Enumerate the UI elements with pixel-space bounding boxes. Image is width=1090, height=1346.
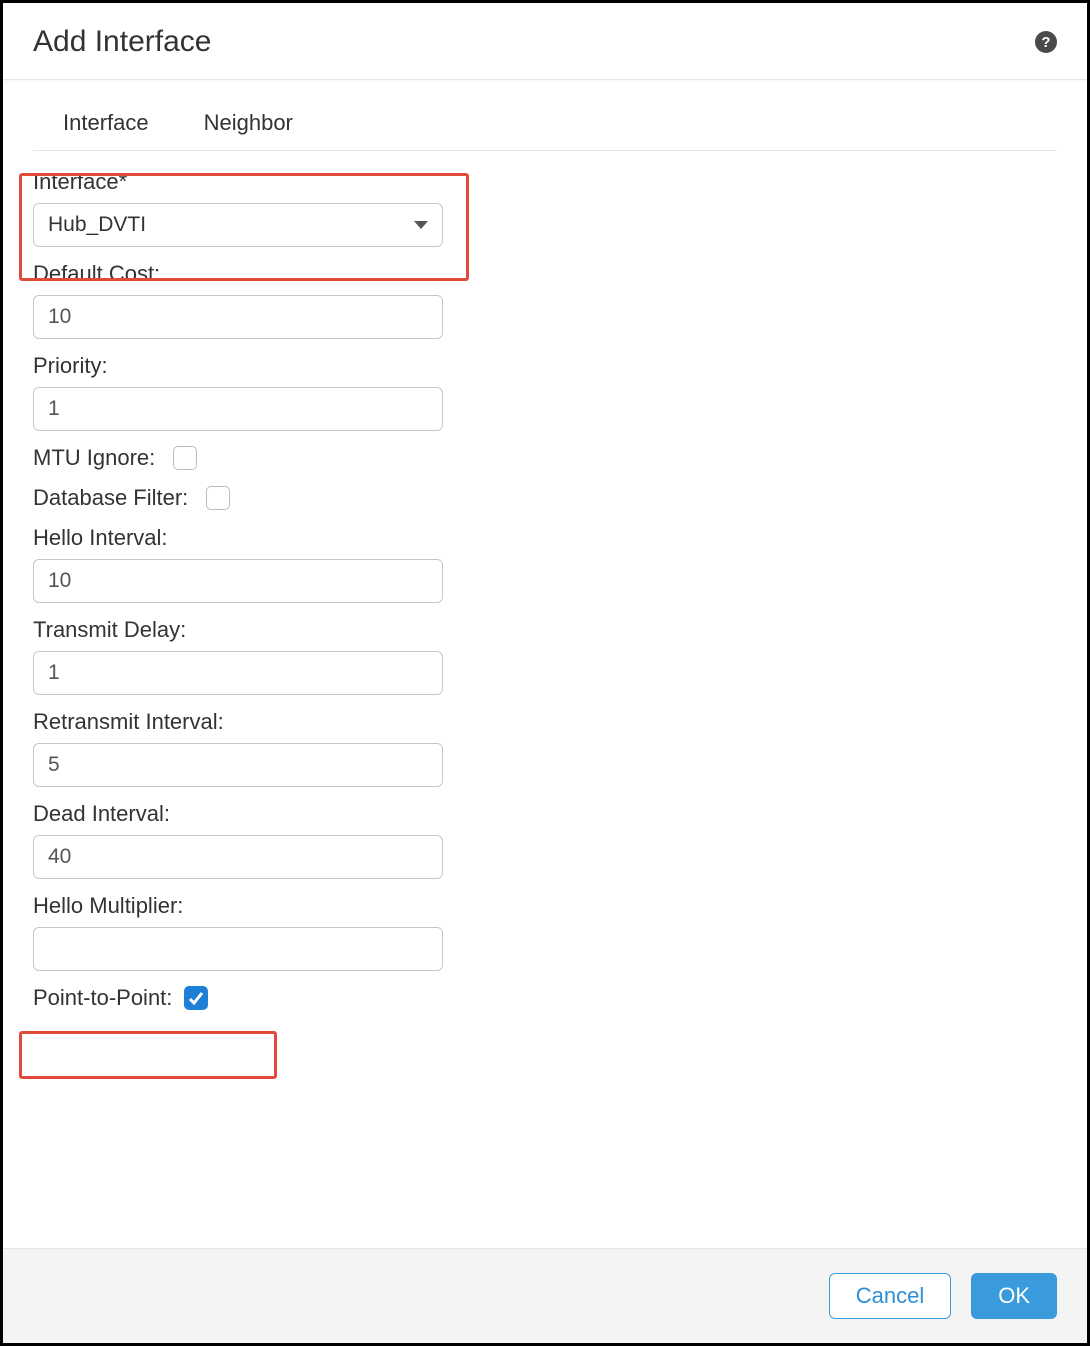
field-mtu-ignore: MTU Ignore: — [33, 445, 493, 471]
field-point-to-point: Point-to-Point: — [33, 985, 493, 1011]
point-to-point-checkbox[interactable] — [184, 986, 208, 1010]
field-hello-multiplier: Hello Multiplier: — [33, 893, 493, 971]
dialog-titlebar: Add Interface ? — [3, 3, 1087, 80]
ok-button[interactable]: OK — [971, 1273, 1057, 1319]
retransmit-interval-input[interactable] — [33, 743, 443, 787]
tab-neighbor[interactable]: Neighbor — [204, 110, 293, 136]
hello-multiplier-label: Hello Multiplier: — [33, 893, 493, 919]
tab-bar: Interface Neighbor — [33, 100, 1057, 151]
default-cost-label: Default Cost: — [33, 261, 493, 287]
mtu-ignore-label: MTU Ignore: — [33, 445, 155, 471]
database-filter-checkbox[interactable] — [206, 486, 230, 510]
default-cost-input[interactable] — [33, 295, 443, 339]
interface-select[interactable]: Hub_DVTI — [33, 203, 443, 247]
interface-form: Interface* Hub_DVTI Default Cost: Priori… — [33, 151, 493, 1011]
dialog-title: Add Interface — [33, 25, 211, 59]
mtu-ignore-checkbox[interactable] — [173, 446, 197, 470]
dialog-content: Interface Neighbor Interface* Hub_DVTI D… — [3, 80, 1087, 1248]
cancel-button[interactable]: Cancel — [829, 1273, 951, 1319]
dead-interval-input[interactable] — [33, 835, 443, 879]
field-interface: Interface* Hub_DVTI — [33, 169, 493, 247]
interface-select-value: Hub_DVTI — [48, 213, 146, 237]
help-icon[interactable]: ? — [1035, 31, 1057, 53]
transmit-delay-input[interactable] — [33, 651, 443, 695]
tab-interface[interactable]: Interface — [63, 110, 149, 136]
point-to-point-label: Point-to-Point: — [33, 985, 172, 1011]
database-filter-label: Database Filter: — [33, 485, 188, 511]
hello-interval-label: Hello Interval: — [33, 525, 493, 551]
transmit-delay-label: Transmit Delay: — [33, 617, 493, 643]
priority-input[interactable] — [33, 387, 443, 431]
field-database-filter: Database Filter: — [33, 485, 493, 511]
hello-multiplier-input[interactable] — [33, 927, 443, 971]
add-interface-dialog: Add Interface ? Interface Neighbor Inter… — [0, 0, 1090, 1346]
dialog-footer: Cancel OK — [3, 1248, 1087, 1343]
field-transmit-delay: Transmit Delay: — [33, 617, 493, 695]
interface-label: Interface* — [33, 169, 493, 195]
field-dead-interval: Dead Interval: — [33, 801, 493, 879]
dead-interval-label: Dead Interval: — [33, 801, 493, 827]
field-priority: Priority: — [33, 353, 493, 431]
hello-interval-input[interactable] — [33, 559, 443, 603]
field-retransmit-interval: Retransmit Interval: — [33, 709, 493, 787]
retransmit-interval-label: Retransmit Interval: — [33, 709, 493, 735]
field-hello-interval: Hello Interval: — [33, 525, 493, 603]
chevron-down-icon — [414, 221, 428, 229]
priority-label: Priority: — [33, 353, 493, 379]
field-default-cost: Default Cost: — [33, 261, 493, 339]
